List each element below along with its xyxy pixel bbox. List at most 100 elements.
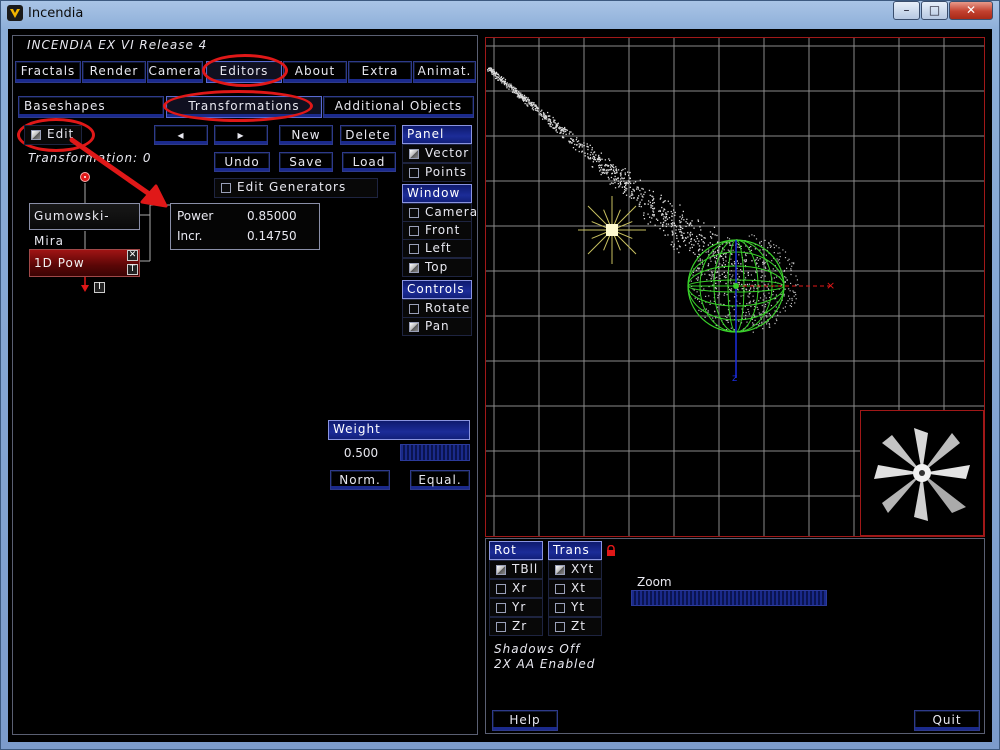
minimize-button[interactable]: – <box>893 1 920 20</box>
points-label: Points <box>425 165 468 179</box>
window-top-option[interactable]: Top <box>402 258 472 277</box>
xyt-check-icon <box>555 565 565 575</box>
app-logo-icon <box>7 5 23 21</box>
controls-rotate-option[interactable]: Rotate <box>402 299 472 318</box>
edit-generators-check-icon <box>221 183 231 193</box>
next-button[interactable]: ▸ <box>214 125 268 145</box>
zoom-label: Zoom <box>637 575 672 589</box>
window-header: Window <box>402 184 472 203</box>
zt-label: Zt <box>571 619 586 633</box>
rot-xr-option[interactable]: Xr <box>489 579 543 598</box>
app-title: INCENDIA EX VI Release 4 <box>27 38 208 52</box>
trans-xt-option[interactable]: Xt <box>548 579 602 598</box>
transformation-node[interactable]: 1D Pow <box>29 249 140 277</box>
weight-slider[interactable] <box>400 444 470 461</box>
top-check-icon <box>409 263 419 273</box>
left-label: Left <box>425 241 452 255</box>
tbll-check-icon <box>496 565 506 575</box>
yt-label: Yt <box>571 600 586 614</box>
edit-generators-checkbox[interactable]: Edit Generators <box>214 178 378 198</box>
zoom-slider[interactable] <box>631 590 827 606</box>
undo-button[interactable]: Undo <box>214 152 270 172</box>
equal-button[interactable]: Equal. <box>410 470 470 490</box>
point-cloud <box>487 67 799 333</box>
menu-about[interactable]: About <box>283 61 347 83</box>
fractal-preview-image <box>874 428 970 521</box>
power-label: Power <box>177 209 214 223</box>
rotate-label: Rotate <box>425 301 471 315</box>
zt-check-icon <box>555 622 565 632</box>
aa-status: 2X AA Enabled <box>494 657 596 671</box>
svg-text:×: × <box>826 279 835 292</box>
menu-extra[interactable]: Extra <box>348 61 412 83</box>
rot-header: Rot <box>489 541 543 560</box>
norm-button[interactable]: Norm. <box>330 470 390 490</box>
power-value[interactable]: 0.85000 <box>247 209 297 223</box>
delete-button[interactable]: Delete <box>340 125 396 145</box>
node-type-icon[interactable]: T <box>127 264 138 275</box>
close-button[interactable]: ✕ <box>949 1 993 20</box>
menu-camera[interactable]: Camera <box>147 61 203 83</box>
sphere-gizmo: × z <box>687 239 835 384</box>
rot-tbll-option[interactable]: TBll <box>489 560 543 579</box>
window-camera-option[interactable]: Camera <box>402 203 477 222</box>
incr-label: Incr. <box>177 229 203 243</box>
window-front-option[interactable]: Front <box>402 221 472 240</box>
annotation-arrow <box>69 137 168 208</box>
tab-additional-objects[interactable]: Additional Objects <box>323 96 474 118</box>
rotate-check-icon <box>409 304 419 314</box>
zr-label: Zr <box>512 619 528 633</box>
left-check-icon <box>409 244 419 254</box>
camera-check-icon <box>409 208 419 218</box>
panel-header: Panel <box>402 125 472 144</box>
new-button[interactable]: New <box>279 125 333 145</box>
params-box: Power 0.85000 Incr. 0.14750 <box>170 203 320 250</box>
help-button[interactable]: Help <box>492 710 558 731</box>
xt-check-icon <box>555 584 565 594</box>
menu-render[interactable]: Render <box>82 61 146 83</box>
weight-value[interactable]: 0.500 <box>328 443 394 463</box>
controls-pan-option[interactable]: Pan <box>402 317 472 336</box>
xr-label: Xr <box>512 581 528 595</box>
rot-yr-option[interactable]: Yr <box>489 598 543 617</box>
incr-value[interactable]: 0.14750 <box>247 229 297 243</box>
maximize-button[interactable]: □ <box>921 1 948 20</box>
weight-header: Weight <box>328 420 470 440</box>
load-button[interactable]: Load <box>342 152 396 172</box>
front-check-icon <box>409 226 419 236</box>
xr-check-icon <box>496 584 506 594</box>
panel-points-option[interactable]: Points <box>402 163 472 182</box>
vector-check-icon <box>409 149 419 159</box>
camera-label: Camera <box>425 205 479 219</box>
trans-xyt-option[interactable]: XYt <box>548 560 602 579</box>
highlight-editors-ring <box>202 54 288 87</box>
save-button[interactable]: Save <box>279 152 333 172</box>
node-remove-icon[interactable]: ✕ <box>127 250 138 261</box>
vector-label: Vector <box>425 146 470 160</box>
trans-zt-option[interactable]: Zt <box>548 617 602 636</box>
shadows-status: Shadows Off <box>494 642 581 656</box>
zr-check-icon <box>496 622 506 632</box>
front-label: Front <box>425 223 461 237</box>
window-title: Incendia <box>28 6 84 21</box>
preview-thumbnail[interactable] <box>860 410 984 536</box>
node-output-icon[interactable]: I <box>94 282 105 293</box>
yt-check-icon <box>555 603 565 613</box>
yr-check-icon <box>496 603 506 613</box>
rot-zr-option[interactable]: Zr <box>489 617 543 636</box>
svg-text:z: z <box>732 373 737 384</box>
panel-vector-option[interactable]: Vector <box>402 144 472 163</box>
highlight-transformations-ring <box>163 90 313 122</box>
menu-fractals[interactable]: Fractals <box>15 61 81 83</box>
lock-icon[interactable] <box>606 542 616 556</box>
yr-label: Yr <box>512 600 527 614</box>
trans-yt-option[interactable]: Yt <box>548 598 602 617</box>
window-left-option[interactable]: Left <box>402 239 472 258</box>
menu-animat[interactable]: Animat. <box>413 61 476 83</box>
quit-button[interactable]: Quit <box>914 710 980 731</box>
title-bar: Incendia – □ ✕ <box>0 0 1000 28</box>
xyt-label: XYt <box>571 562 595 576</box>
xt-label: Xt <box>571 581 586 595</box>
tab-baseshapes[interactable]: Baseshapes <box>18 96 164 118</box>
top-label: Top <box>425 260 449 274</box>
